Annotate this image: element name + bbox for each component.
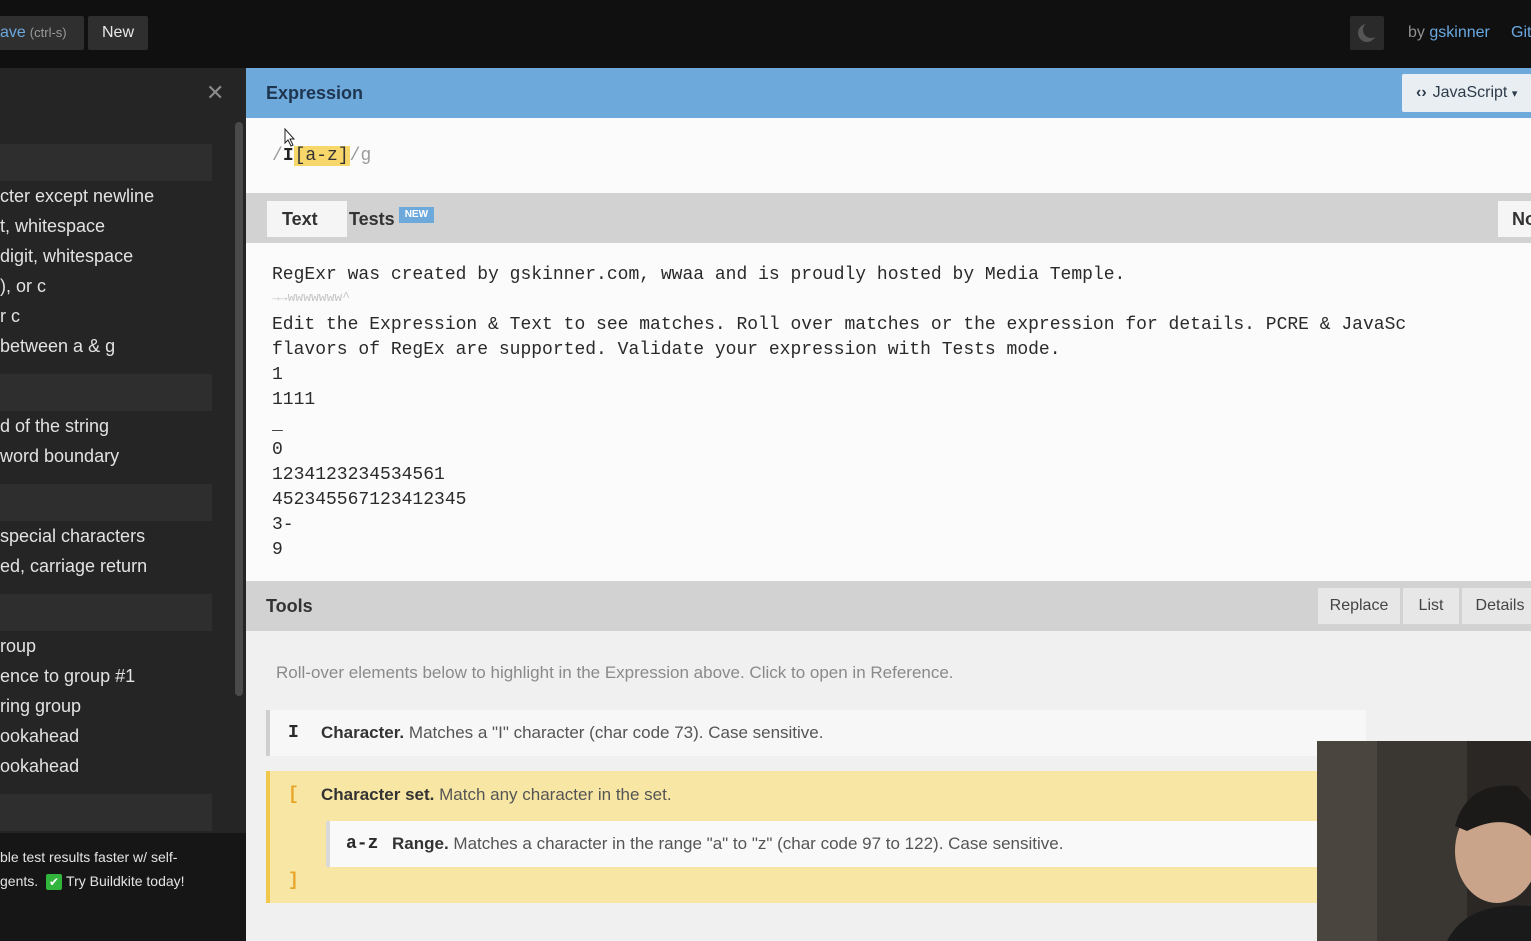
explain-row-character-set[interactable]: [ Character set. Match any character in … [266,771,1366,903]
ad-line-2: gents. ✔ Try Buildkite today! [0,869,246,893]
text-line: 1234123234534561 [272,465,445,485]
text-line: RegExr was created by gskinner.com, wwaa… [272,265,1126,285]
token-title: Character. [321,723,405,742]
sidebar-item[interactable]: r c [0,306,20,327]
sidebar-item[interactable]: ), or c [0,276,46,297]
tools-bar: Tools Replace List Details [246,581,1531,631]
moon-icon [1358,22,1379,42]
text-line: flavors of RegEx are supported. Validate… [272,340,1061,360]
expression-open-slash: / [272,146,283,166]
webcam-overlay [1317,741,1531,941]
text-line: _ [272,415,283,435]
presenter-video [1317,741,1531,941]
text-line: 1 [272,365,283,385]
token-desc: Matches a "I" character (char code 73). … [408,723,824,742]
top-bar: ave (ctrl-s) New by gskinner Git [0,0,1531,68]
token-description: Range. Matches a character in the range … [392,834,1063,854]
token-title: Range. [392,834,449,853]
token-glyph: a-z [346,834,379,854]
sidebar-scrollbar[interactable] [235,122,243,696]
tab-right-partial[interactable]: No [1498,201,1531,237]
sidebar-section-header[interactable] [0,484,212,521]
new-button[interactable]: New [88,16,148,50]
github-link[interactable]: Git [1511,24,1531,42]
token-desc: Matches a character in the range "a" to … [453,834,1064,853]
caret-down-icon: ▾ [1511,88,1518,100]
text-line: 3- [272,515,294,535]
flavor-label: JavaScript [1432,84,1508,101]
text-line: 452345567123412345 [272,490,467,510]
author-credit: by gskinner [1408,24,1490,42]
text-line: →→wwwwwww^ [272,290,351,305]
token-description: Character. Matches a "I" character (char… [321,723,824,743]
sidebar-section-header[interactable] [0,594,212,631]
regexr-app: ave (ctrl-s) New by gskinner Git ✕ cter e… [0,0,1531,941]
token-glyph-open: [ [288,785,299,805]
text-tabs: Text Tests NEW No [246,193,1531,243]
text-line: 1111 [272,390,316,410]
sidebar-section-header[interactable] [0,794,212,831]
save-shortcut-hint: (ctrl-s) [29,25,67,40]
sidebar-item[interactable]: ookahead [0,726,79,747]
reference-sidebar: ✕ cter except newline t, whitespace digi… [0,68,246,941]
ad-line-2-text: gents. [0,873,39,889]
sidebar-item[interactable]: ring group [0,696,81,717]
text-line: Edit the Expression & Text to see matche… [272,315,1407,335]
expression-title: Expression [266,83,364,103]
expression-flags: /g [349,146,372,166]
sponsor-ad[interactable]: ble test results faster w/ self- gents. … [0,833,246,941]
ad-line-1: ble test results faster w/ self- [0,849,178,865]
test-text-editor[interactable]: RegExr was created by gskinner.com, wwaa… [246,243,1531,581]
sidebar-item[interactable]: word boundary [0,446,119,467]
checkmark-icon: ✔ [46,874,63,890]
close-icon[interactable]: ✕ [206,80,224,106]
list-button[interactable]: List [1403,588,1459,624]
token-desc: Match any character in the set. [439,785,672,804]
sidebar-item[interactable]: d of the string [0,416,109,437]
token-title: Character set. [321,785,435,804]
sidebar-item[interactable]: special characters [0,526,145,547]
sidebar-item[interactable]: t, whitespace [0,216,105,237]
sidebar-item[interactable]: roup [0,636,36,657]
token-description: Character set. Match any character in th… [321,785,672,805]
new-badge: NEW [398,207,435,223]
expression-text: /I[a-z]/g [272,146,371,166]
dark-mode-toggle[interactable] [1350,16,1384,50]
expression-char-set: [a-z] [293,146,350,166]
flavor-dropdown[interactable]: ‹› JavaScript ▾ [1402,74,1531,112]
tools-title: Tools [266,596,313,616]
token-glyph-close: ] [288,871,299,891]
sidebar-item[interactable]: ence to group #1 [0,666,135,687]
explain-row-range[interactable]: a-z Range. Matches a character in the ra… [326,821,1326,867]
explain-hint: Roll-over elements below to highlight in… [276,663,954,682]
sidebar-section-header[interactable] [0,374,212,411]
mouse-cursor-icon [284,128,296,147]
save-label: ave [0,24,26,41]
details-button[interactable]: Details [1462,588,1531,624]
sidebar-item[interactable]: ed, carriage return [0,556,147,577]
sidebar-section-header[interactable] [0,144,212,181]
sidebar-item[interactable]: cter except newline [0,186,154,207]
text-line: 9 [272,540,283,560]
tab-tests[interactable]: Tests NEW [334,201,449,237]
text-line: 0 [272,440,283,460]
code-icon: ‹› [1416,84,1427,101]
expression-editor[interactable]: /I[a-z]/g [246,118,1531,193]
expression-header: Expression ‹› JavaScript ▾ [246,68,1531,118]
author-link[interactable]: gskinner [1429,24,1489,41]
ad-cta: Try Buildkite today! [66,873,185,889]
by-label: by [1408,24,1425,41]
explain-row-character[interactable]: I Character. Matches a "I" character (ch… [266,710,1366,756]
sidebar-item[interactable]: between a & g [0,336,115,357]
sidebar-item[interactable]: ookahead [0,756,79,777]
replace-button[interactable]: Replace [1318,588,1400,624]
token-glyph: I [288,723,299,743]
tab-tests-label: Tests [349,209,395,229]
save-button[interactable]: ave (ctrl-s) [0,16,84,50]
sidebar-item[interactable]: digit, whitespace [0,246,133,267]
expression-literal: I [282,146,294,166]
